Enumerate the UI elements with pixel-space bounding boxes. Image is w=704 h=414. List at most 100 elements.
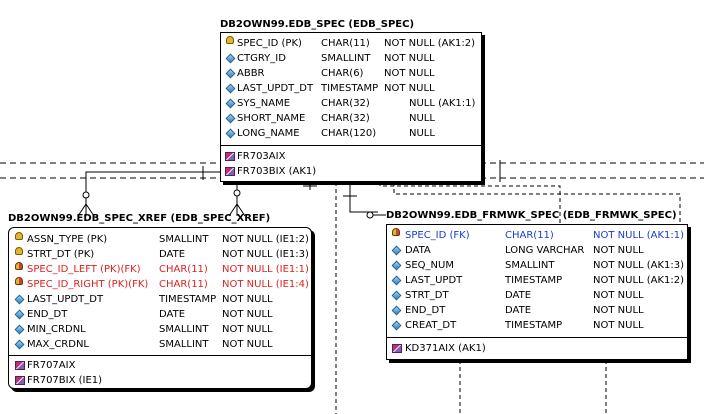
entity-edb-frmwk-spec[interactable]: SPEC_ID (FK) CHAR(11) NOT NULL (AK1:1) D… xyxy=(386,224,688,360)
column-row[interactable]: SPEC_ID_LEFT (PK)(FK) CHAR(11) NOT NULL … xyxy=(9,262,313,277)
index-icon xyxy=(392,344,402,353)
column-name: SHORT_NAME xyxy=(237,113,306,124)
relationship-line xyxy=(349,204,378,213)
entity-divider xyxy=(221,145,481,146)
index-icon xyxy=(15,376,25,385)
column-null: NOT NULL xyxy=(222,324,273,335)
column-null: NOT NULL xyxy=(593,245,644,256)
index-name: FR703BIX (AK1) xyxy=(237,166,317,177)
column-row[interactable]: SPEC_ID (FK) CHAR(11) NOT NULL (AK1:1) xyxy=(387,228,689,243)
column-null: NOT NULL xyxy=(222,294,273,305)
column-name: END_DT xyxy=(27,309,68,320)
index-row[interactable]: KD371AIX (AK1) xyxy=(387,341,689,356)
column-null: NOT NULL (AK1:2) xyxy=(593,275,685,286)
column-row[interactable]: LAST_UPDT TIMESTAMP NOT NULL (AK1:2) xyxy=(387,273,689,288)
index-row[interactable]: FR703AIX xyxy=(221,149,483,164)
column-diamond-icon xyxy=(225,68,236,79)
column-row[interactable]: END_DT DATE NOT NULL xyxy=(387,303,689,318)
column-null: NOT NULL (IE1:2) xyxy=(222,234,309,245)
primary-key-icon xyxy=(15,232,23,240)
column-row[interactable]: ABBR CHAR(6) NOT NULL xyxy=(221,66,483,81)
column-row[interactable]: MIN_CRDNL SMALLINT NOT NULL xyxy=(9,322,313,337)
foreign-primary-key-icon xyxy=(15,277,23,285)
column-name: CTGRY_ID xyxy=(237,53,286,64)
column-name: MIN_CRDNL xyxy=(27,324,86,335)
column-type: CHAR(6) xyxy=(321,68,364,79)
index-row[interactable]: FR703BIX (AK1) xyxy=(221,164,483,179)
column-type: CHAR(32) xyxy=(321,98,370,109)
column-null: NULL xyxy=(409,113,435,124)
column-type: CHAR(11) xyxy=(159,264,208,275)
column-type: SMALLINT xyxy=(159,234,209,245)
column-type: CHAR(11) xyxy=(159,279,208,290)
entity-edb-spec[interactable]: SPEC_ID (PK) CHAR(11) NOT NULL (AK1:2) C… xyxy=(220,32,482,182)
column-row[interactable]: SEQ_NUM SMALLINT NOT NULL (AK1:3) xyxy=(387,258,689,273)
column-diamond-icon xyxy=(14,294,25,305)
primary-key-icon xyxy=(15,247,23,255)
column-row[interactable]: DATA LONG VARCHAR NOT NULL xyxy=(387,243,689,258)
column-row[interactable]: LONG_NAME CHAR(120) NULL xyxy=(221,126,483,141)
column-null: NOT NULL (IE1:1) xyxy=(222,264,309,275)
column-diamond-icon xyxy=(391,245,402,256)
column-row[interactable]: END_DT DATE NOT NULL xyxy=(9,307,313,322)
column-type: DATE xyxy=(159,249,186,260)
column-row[interactable]: CREAT_DT TIMESTAMP NOT NULL xyxy=(387,318,689,333)
column-null: NOT NULL (IE1:4) xyxy=(222,279,309,290)
column-row[interactable]: SPEC_ID_RIGHT (PK)(FK) CHAR(11) NOT NULL… xyxy=(9,277,313,292)
column-null: NOT NULL xyxy=(222,309,273,320)
index-name: FR703AIX xyxy=(237,151,286,162)
column-type: CHAR(11) xyxy=(321,38,370,49)
column-row[interactable]: LAST_UPDT_DT TIMESTAMP NOT NULL xyxy=(9,292,313,307)
column-name: SEQ_NUM xyxy=(405,260,454,271)
column-name: LAST_UPDT_DT xyxy=(237,83,314,94)
column-diamond-icon xyxy=(391,260,402,271)
column-name: ASSN_TYPE (PK) xyxy=(27,234,108,245)
column-type: LONG VARCHAR xyxy=(505,245,585,256)
column-row[interactable]: SPEC_ID (PK) CHAR(11) NOT NULL (AK1:2) xyxy=(221,36,483,51)
column-name: END_DT xyxy=(405,305,446,316)
column-type: SMALLINT xyxy=(321,53,371,64)
column-type: TIMESTAMP xyxy=(505,320,563,331)
column-type: DATE xyxy=(159,309,186,320)
column-diamond-icon xyxy=(225,53,236,64)
column-name: DATA xyxy=(405,245,431,256)
column-row[interactable]: ASSN_TYPE (PK) SMALLINT NOT NULL (IE1:2) xyxy=(9,232,313,247)
entity-divider xyxy=(387,337,687,338)
column-name: LAST_UPDT xyxy=(405,275,463,286)
column-null: NOT NULL (AK1:2) xyxy=(384,38,476,49)
column-row[interactable]: STRT_DT DATE NOT NULL xyxy=(387,288,689,303)
column-row[interactable]: MAX_CRDNL SMALLINT NOT NULL xyxy=(9,337,313,352)
column-type: DATE xyxy=(505,290,532,301)
column-null: NULL xyxy=(409,128,435,139)
column-name: SPEC_ID (FK) xyxy=(405,230,470,241)
column-name: MAX_CRDNL xyxy=(27,339,90,350)
column-diamond-icon xyxy=(14,339,25,350)
column-diamond-icon xyxy=(391,305,402,316)
column-row[interactable]: STRT_DT (PK) DATE NOT NULL (IE1:3) xyxy=(9,247,313,262)
column-name: SYS_NAME xyxy=(237,98,291,109)
column-row[interactable]: LAST_UPDT_DT TIMESTAMP NOT NULL xyxy=(221,81,483,96)
column-null: NOT NULL xyxy=(593,290,644,301)
column-diamond-icon xyxy=(391,290,402,301)
column-type: TIMESTAMP xyxy=(505,275,563,286)
column-type: SMALLINT xyxy=(159,324,209,335)
entity-title-edb-spec: DB2OWN99.EDB_SPEC (EDB_SPEC) xyxy=(220,19,415,30)
relationship-line xyxy=(303,182,317,190)
column-diamond-icon xyxy=(225,98,236,109)
index-row[interactable]: FR707BIX (IE1) xyxy=(9,373,313,388)
index-row[interactable]: FR707AIX xyxy=(9,358,313,373)
relationship-line xyxy=(85,171,220,192)
column-row[interactable]: CTGRY_ID SMALLINT NOT NULL xyxy=(221,51,483,66)
column-name: LONG_NAME xyxy=(237,128,300,139)
column-type: DATE xyxy=(505,305,532,316)
column-type: SMALLINT xyxy=(505,260,555,271)
column-diamond-icon xyxy=(391,275,402,286)
column-type: TIMESTAMP xyxy=(159,294,217,305)
column-null: NOT NULL xyxy=(593,305,644,316)
column-diamond-icon xyxy=(225,83,236,94)
entity-edb-spec-xref[interactable]: ASSN_TYPE (PK) SMALLINT NOT NULL (IE1:2)… xyxy=(8,227,312,389)
column-null: NOT NULL (AK1:3) xyxy=(593,260,685,271)
column-row[interactable]: SYS_NAME CHAR(32) NULL (AK1:1) xyxy=(221,96,483,111)
entity-title-edb-spec-xref: DB2OWN99.EDB_SPEC_XREF (EDB_SPEC_XREF) xyxy=(8,213,271,224)
column-row[interactable]: SHORT_NAME CHAR(32) NULL xyxy=(221,111,483,126)
